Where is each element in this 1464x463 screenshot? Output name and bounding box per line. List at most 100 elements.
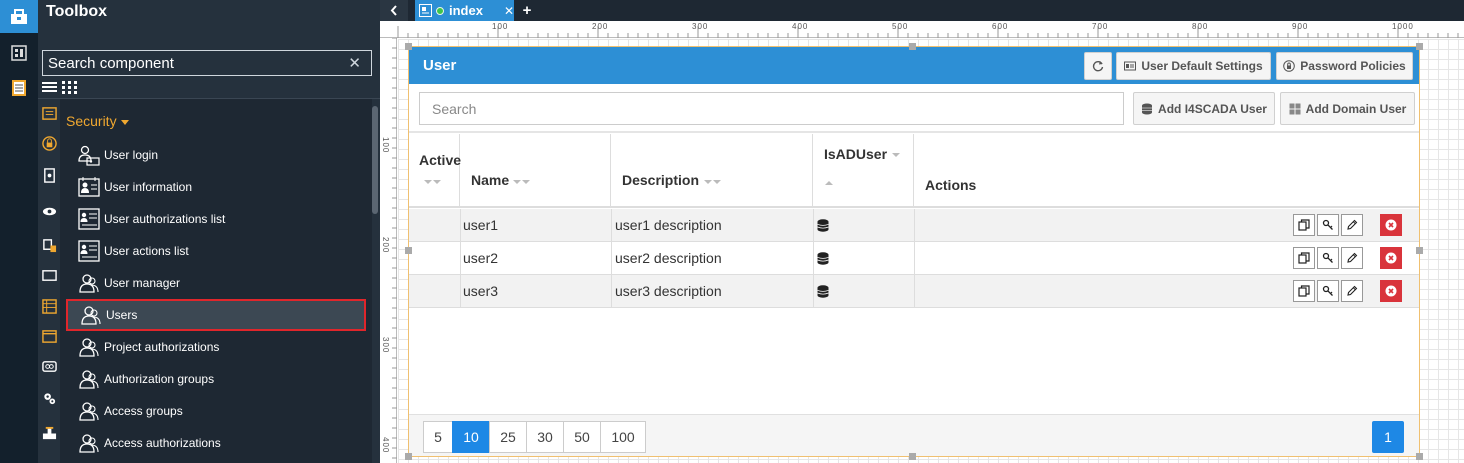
- list-view-icon[interactable]: [42, 81, 57, 94]
- edit-button[interactable]: [1341, 214, 1363, 236]
- toolbox-item[interactable]: User authorizations list: [66, 203, 366, 235]
- collapse-panel-button[interactable]: [380, 0, 408, 21]
- copy-button[interactable]: [1293, 247, 1315, 269]
- category-display-button[interactable]: [41, 267, 57, 283]
- toolbox-item[interactable]: Users: [66, 299, 366, 331]
- resize-handle[interactable]: [1416, 247, 1423, 254]
- copy-button[interactable]: [1293, 214, 1315, 236]
- category-pipe-button[interactable]: [41, 425, 57, 441]
- resize-handle[interactable]: [405, 247, 412, 254]
- user-description-cell: user3 description: [615, 283, 722, 299]
- resize-handle[interactable]: [405, 453, 412, 460]
- add-tab-button[interactable]: +: [518, 0, 536, 21]
- password-button[interactable]: [1317, 280, 1339, 302]
- layout-button[interactable]: [4, 38, 34, 68]
- ruler-label: 400: [792, 22, 809, 31]
- table-row[interactable]: user3 user3 description: [409, 275, 1419, 308]
- ruler-label: 100: [492, 22, 509, 31]
- password-button[interactable]: [1317, 214, 1339, 236]
- category-table-button[interactable]: [41, 298, 57, 314]
- user-list-icon: [78, 208, 100, 230]
- resize-handle[interactable]: [909, 453, 916, 460]
- link-icon: [41, 360, 57, 372]
- category-settings-button[interactable]: [41, 390, 57, 406]
- key-icon: [1322, 252, 1333, 263]
- category-window-button[interactable]: [41, 328, 57, 344]
- sort-asc-icon: [825, 181, 833, 185]
- page-size-button[interactable]: 5: [423, 421, 453, 453]
- ruler-label: 300: [692, 22, 709, 31]
- ruler-label: 700: [1092, 22, 1109, 31]
- database-icon: [817, 275, 829, 307]
- security-category-header[interactable]: Security: [66, 113, 129, 129]
- page-size-button[interactable]: 30: [526, 421, 564, 453]
- page-size-button[interactable]: 10: [452, 421, 490, 453]
- clear-search-icon[interactable]: ✕: [348, 54, 361, 72]
- add-i4scada-user-button[interactable]: Add I4SCADA User: [1133, 92, 1275, 125]
- password-policies-label: Password Policies: [1300, 59, 1406, 73]
- table-top-border: [409, 131, 1419, 133]
- toolbox-item[interactable]: Access authorizations: [66, 427, 366, 459]
- delete-button[interactable]: [1380, 280, 1402, 302]
- display-icon: [41, 269, 57, 281]
- column-description[interactable]: Description: [611, 134, 813, 208]
- toolbox-item[interactable]: User manager: [66, 267, 366, 299]
- category-security-button[interactable]: [41, 135, 57, 151]
- edit-button[interactable]: [1341, 280, 1363, 302]
- password-button[interactable]: [1317, 247, 1339, 269]
- resize-handle[interactable]: [909, 43, 916, 50]
- edit-button[interactable]: [1341, 247, 1363, 269]
- user-management-widget[interactable]: User User Default Settings Password Poli…: [408, 46, 1420, 457]
- toolbox-item[interactable]: User login: [66, 139, 366, 171]
- delete-button[interactable]: [1380, 247, 1402, 269]
- toolbox-scrollbar[interactable]: [372, 106, 378, 214]
- table-row[interactable]: user1 user1 description: [409, 209, 1419, 242]
- ruler-label: 300: [381, 337, 390, 354]
- delete-button[interactable]: [1380, 214, 1402, 236]
- toolbox-item[interactable]: Project authorizations: [66, 331, 366, 363]
- component-search-input[interactable]: [43, 51, 343, 75]
- page-size-button[interactable]: 25: [489, 421, 527, 453]
- current-page-button[interactable]: 1: [1372, 421, 1404, 453]
- toolbox-item[interactable]: Access groups: [66, 395, 366, 427]
- sort-desc-icon: [433, 180, 441, 184]
- column-name[interactable]: Name: [460, 134, 611, 208]
- toolbox-toggle-button[interactable]: [0, 0, 38, 33]
- page-size-button[interactable]: 100: [600, 421, 646, 453]
- widget-header: User User Default Settings Password Poli…: [409, 47, 1419, 84]
- resize-handle[interactable]: [1416, 453, 1423, 460]
- grid-view-icon[interactable]: [62, 81, 77, 94]
- refresh-button[interactable]: [1084, 52, 1112, 80]
- column-active-label: Active: [419, 152, 462, 168]
- copy-button[interactable]: [1293, 280, 1315, 302]
- user-name-cell: user2: [463, 250, 499, 266]
- column-active[interactable]: Active: [409, 134, 462, 208]
- user-search-input[interactable]: [420, 93, 1123, 124]
- toolbox-item[interactable]: Authorization groups: [66, 363, 366, 395]
- key-icon: [1322, 285, 1333, 296]
- column-isaduser[interactable]: IsADUser: [813, 134, 914, 208]
- close-tab-icon[interactable]: ✕: [504, 4, 514, 18]
- resize-handle[interactable]: [1416, 43, 1423, 50]
- category-alarm-button[interactable]: [41, 237, 57, 253]
- page-size-button[interactable]: 50: [563, 421, 601, 453]
- add-domain-user-button[interactable]: Add Domain User: [1280, 92, 1415, 125]
- toolbox-item[interactable]: User information: [66, 171, 366, 203]
- table-row[interactable]: user2 user2 description: [409, 242, 1419, 275]
- category-link-button[interactable]: [41, 358, 57, 374]
- page-icon: [419, 4, 432, 17]
- tab-index[interactable]: index ✕: [415, 0, 514, 21]
- properties-button[interactable]: [4, 73, 34, 103]
- toolbox-item[interactable]: User actions list: [66, 235, 366, 267]
- password-policies-button[interactable]: Password Policies: [1276, 52, 1413, 80]
- resize-handle[interactable]: [405, 43, 412, 50]
- horizontal-ruler: 100 200 300 400 500 600 700 800 900 1000: [380, 21, 1464, 38]
- user-list-icon: [78, 240, 100, 262]
- user-default-settings-button[interactable]: User Default Settings: [1116, 52, 1271, 80]
- category-device-button[interactable]: [41, 167, 57, 183]
- users-icon: [78, 400, 100, 422]
- category-list-button[interactable]: [41, 105, 57, 121]
- sort-desc-icon: [522, 180, 530, 184]
- add-i4scada-user-label: Add I4SCADA User: [1158, 101, 1267, 116]
- category-view-button[interactable]: [41, 203, 57, 219]
